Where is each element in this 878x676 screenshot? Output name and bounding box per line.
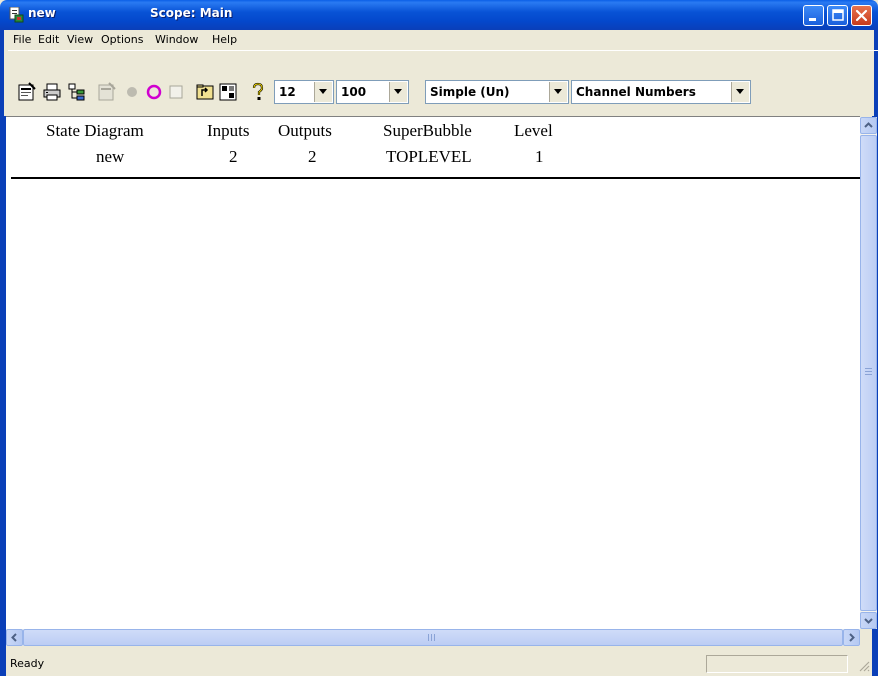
menu-help[interactable]: Help — [212, 33, 237, 46]
app-icon — [9, 7, 24, 23]
chevron-down-icon — [319, 89, 327, 94]
properties-button[interactable] — [16, 81, 38, 103]
toolbar-divider — [8, 50, 878, 51]
header-separator — [11, 177, 861, 179]
scroll-down-button[interactable] — [860, 612, 877, 629]
menu-edit[interactable]: Edit — [38, 33, 59, 46]
horizontal-scrollbar[interactable] — [6, 629, 860, 646]
chevron-down-icon — [736, 89, 744, 94]
font-size-select[interactable]: 12 — [274, 80, 334, 104]
minimize-button[interactable] — [803, 5, 824, 26]
font-size-dropdown-arrow[interactable] — [314, 82, 332, 102]
help-icon — [252, 82, 264, 100]
zoom-value: 100 — [341, 85, 367, 99]
print-button[interactable] — [41, 81, 63, 103]
header-level: Level — [514, 121, 553, 140]
help-button[interactable] — [247, 81, 269, 103]
up-folder-icon — [196, 84, 214, 100]
chevron-up-icon — [864, 122, 873, 128]
hierarchy-button[interactable] — [66, 81, 88, 103]
close-button[interactable] — [851, 5, 872, 26]
zoom-select[interactable]: 100 — [336, 80, 409, 104]
value-outputs: 2 — [308, 147, 317, 166]
window-title: Scope: Main — [150, 6, 233, 20]
state-circle-button[interactable] — [143, 81, 165, 103]
properties-disabled-icon — [98, 82, 116, 101]
chevron-left-icon — [11, 633, 17, 642]
menu-file[interactable]: File — [13, 33, 31, 46]
rectangle-icon — [169, 85, 183, 99]
title-bar[interactable]: new Scope: Main — [0, 0, 878, 30]
window-app-name: new — [28, 6, 56, 20]
menu-window[interactable]: Window — [155, 33, 198, 46]
value-state-diagram: new — [96, 147, 125, 166]
properties-icon — [18, 82, 36, 101]
value-inputs: 2 — [229, 147, 238, 166]
horizontal-scroll-thumb[interactable] — [23, 629, 843, 646]
chevron-right-icon — [849, 633, 855, 642]
header-superbubble: SuperBubble — [383, 121, 472, 140]
close-icon — [855, 9, 868, 22]
menu-view[interactable]: View — [67, 33, 93, 46]
hierarchy-icon — [68, 83, 85, 101]
header-outputs: Outputs — [278, 121, 332, 140]
vertical-scroll-thumb[interactable] — [860, 135, 877, 611]
state-circle-icon — [146, 84, 162, 100]
display-dropdown-arrow[interactable] — [731, 82, 749, 102]
grip-icon — [865, 368, 872, 375]
header-state-diagram: State Diagram — [46, 121, 144, 140]
maximize-icon — [832, 9, 844, 21]
value-superbubble: TOPLEVEL — [386, 147, 472, 166]
state-dot-icon — [127, 87, 137, 97]
rectangle-button[interactable] — [165, 81, 187, 103]
properties-disabled-button[interactable] — [96, 81, 118, 103]
status-bar: Ready — [6, 650, 872, 676]
mode-value: Simple (Un) — [430, 85, 510, 99]
menu-bar: File Edit View Options Window Help — [0, 30, 878, 50]
scroll-up-button[interactable] — [860, 117, 877, 134]
print-icon — [43, 83, 61, 101]
zoom-dropdown-arrow[interactable] — [389, 82, 407, 102]
vertical-scrollbar[interactable] — [860, 117, 877, 629]
diagram-canvas[interactable]: State Diagram Inputs Outputs SuperBubble… — [6, 116, 861, 630]
status-pane — [706, 655, 848, 673]
scroll-left-button[interactable] — [6, 629, 23, 646]
status-text: Ready — [10, 657, 45, 670]
minimize-icon — [809, 18, 816, 21]
mode-dropdown-arrow[interactable] — [549, 82, 567, 102]
chevron-down-icon — [864, 618, 873, 624]
expand-icon — [219, 83, 237, 101]
value-level: 1 — [535, 147, 544, 166]
header-inputs: Inputs — [207, 121, 250, 140]
mode-select[interactable]: Simple (Un) — [425, 80, 569, 104]
display-select[interactable]: Channel Numbers — [571, 80, 751, 104]
chevron-down-icon — [394, 89, 402, 94]
grip-icon — [428, 634, 435, 641]
state-dot-button[interactable] — [121, 81, 143, 103]
resize-grip-icon[interactable] — [858, 660, 870, 672]
maximize-button[interactable] — [827, 5, 848, 26]
menu-options[interactable]: Options — [101, 33, 143, 46]
expand-button[interactable] — [217, 81, 239, 103]
up-folder-button[interactable] — [194, 81, 216, 103]
scrollbar-corner — [860, 629, 872, 646]
font-size-value: 12 — [279, 85, 296, 99]
display-value: Channel Numbers — [576, 85, 696, 99]
chevron-down-icon — [554, 89, 562, 94]
scroll-right-button[interactable] — [843, 629, 860, 646]
